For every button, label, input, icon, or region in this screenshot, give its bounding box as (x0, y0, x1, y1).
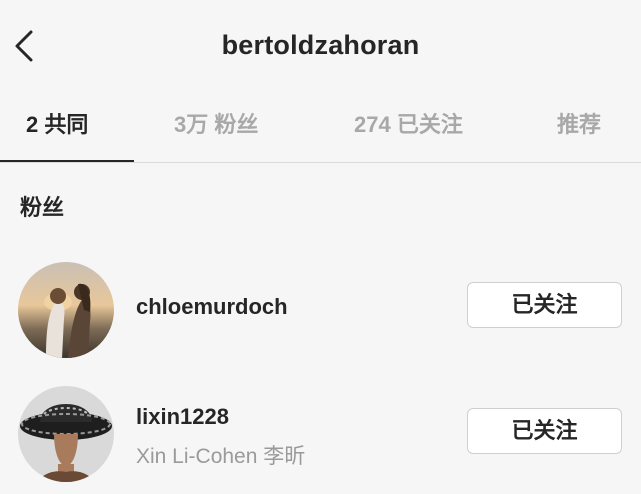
list-item: chloemurdoch 已关注 (0, 260, 641, 360)
active-tab-indicator (0, 160, 134, 162)
avatar[interactable] (18, 262, 114, 358)
section-title: 粉丝 (20, 195, 65, 220)
username[interactable]: lixin1228 (136, 404, 229, 430)
list-item: lixin1228 Xin Li-Cohen 李昕 已关注 (0, 384, 641, 484)
following-button[interactable]: 已关注 (467, 282, 622, 328)
avatar-photo (18, 262, 114, 358)
full-name: Xin Li-Cohen 李昕 (136, 445, 306, 468)
tab-following[interactable]: 274 已关注 (354, 96, 463, 162)
avatar-photo (18, 386, 114, 482)
navigation-header: bertoldzahoran (0, 0, 641, 96)
tab-followers[interactable]: 3万 粉丝 (174, 96, 258, 162)
tab-mutual[interactable]: 2 共同 (26, 96, 88, 162)
page-title: bertoldzahoran (221, 30, 420, 60)
avatar[interactable] (18, 386, 114, 482)
tab-bar: 2 共同 3万 粉丝 274 已关注 推荐 (0, 96, 641, 163)
username[interactable]: chloemurdoch (136, 294, 288, 320)
tab-suggested[interactable]: 推荐 (557, 96, 601, 162)
following-button[interactable]: 已关注 (467, 408, 622, 454)
